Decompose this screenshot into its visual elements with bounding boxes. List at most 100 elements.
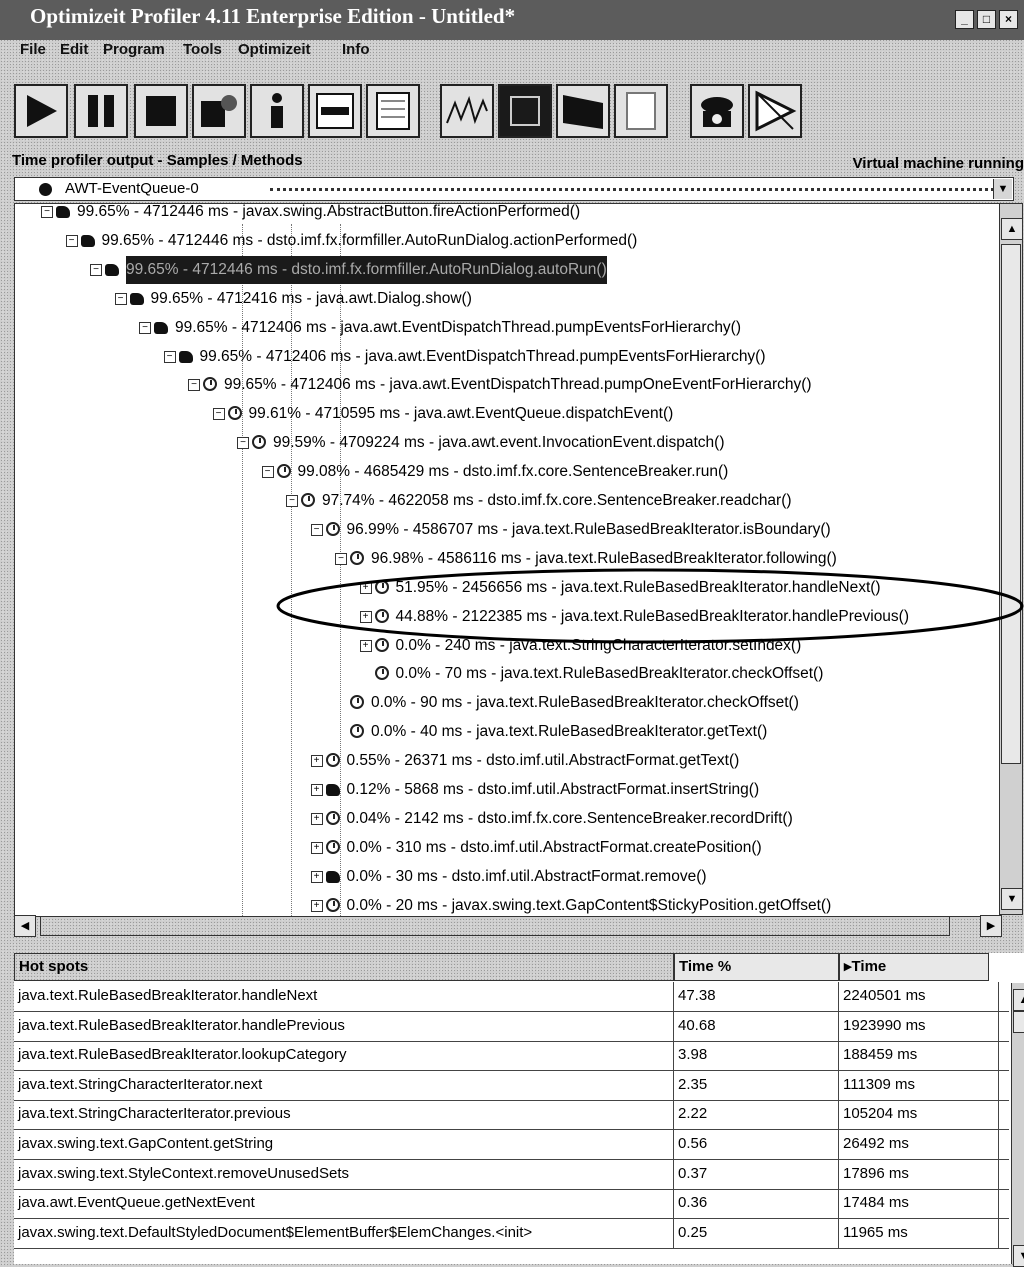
collapse-icon[interactable]: −	[286, 495, 298, 507]
tree-node[interactable]: +0.0% - 310 ms - dsto.imf.util.AbstractF…	[15, 834, 999, 862]
page-icon[interactable]	[614, 84, 668, 138]
table-row[interactable]: javax.swing.text.StyleContext.removeUnus…	[14, 1159, 1009, 1190]
tree-node[interactable]: − 99.59% - 4709224 ms - java.awt.event.In…	[15, 429, 999, 457]
hs-scroll-thumb[interactable]	[1013, 1011, 1024, 1033]
expand-icon[interactable]: +	[310, 870, 323, 883]
heap-icon[interactable]	[308, 84, 362, 138]
stop-icon[interactable]	[134, 84, 188, 138]
tree-node[interactable]: − 99.65% - 4712446 ms - dsto.imf.fx.formf…	[15, 227, 999, 255]
time-header[interactable]: ▸Time	[839, 953, 989, 981]
tree-node[interactable]: − 96.98% - 4586116 ms - java.text.RuleBas…	[15, 545, 999, 573]
tree-node-label: 51.95% - 2456656 ms - java.text.RuleBase…	[395, 578, 881, 596]
expand-icon[interactable]: +	[310, 899, 323, 912]
expand-icon[interactable]: +	[359, 639, 372, 652]
menu-tools[interactable]: Tools	[183, 41, 222, 58]
menu-file[interactable]: File	[20, 41, 46, 58]
maximize-button[interactable]: □	[977, 10, 996, 29]
tree-node[interactable]: 0.0% - 70 ms - java.text.RuleBasedBreakI…	[15, 660, 999, 688]
tree-node[interactable]: +44.88% - 2122385 ms - java.text.RuleBas…	[15, 603, 999, 631]
menu-optimizeit[interactable]: Optimizeit	[238, 41, 311, 58]
monitor-icon[interactable]	[748, 84, 802, 138]
hotspot-time: 1923990 ms	[839, 1011, 999, 1041]
clock-icon	[350, 695, 364, 710]
table-row[interactable]: java.text.RuleBasedBreakIterator.handleN…	[14, 982, 1009, 1012]
expand-icon[interactable]: +	[310, 755, 323, 768]
tree-node[interactable]: 0.0% - 90 ms - java.text.RuleBasedBreakI…	[15, 689, 999, 717]
close-button[interactable]: ×	[999, 10, 1018, 29]
collapse-icon[interactable]: −	[310, 523, 323, 536]
collapse-icon[interactable]: −	[90, 263, 102, 276]
tree-node[interactable]: +0.55% - 26371 ms - dsto.imf.util.Abstra…	[15, 747, 999, 775]
gc-icon[interactable]	[192, 84, 246, 138]
table-row[interactable]: java.text.RuleBasedBreakIterator.handleP…	[14, 1011, 1009, 1042]
threads-icon[interactable]	[556, 84, 610, 138]
hscroll-thumb[interactable]	[40, 916, 950, 936]
cpu-icon[interactable]	[498, 84, 552, 138]
tree-node[interactable]: +0.0% - 240 ms - java.text.StringCharact…	[15, 632, 999, 660]
play-icon[interactable]	[14, 84, 68, 138]
tree-node[interactable]: +0.12% - 5868 ms - dsto.imf.util.Abstrac…	[15, 776, 999, 804]
tree-node[interactable]: − 99.65% - 4712406 ms - java.awt.EventDis…	[15, 343, 999, 371]
collapse-icon[interactable]: −	[261, 466, 274, 479]
expand-icon[interactable]: +	[310, 812, 323, 825]
collapse-icon[interactable]: −	[114, 292, 127, 305]
tree-node[interactable]: +51.95% - 2456656 ms - java.text.RuleBas…	[15, 574, 999, 602]
table-row[interactable]: java.awt.EventQueue.getNextEvent 0.36 1748…	[14, 1189, 1009, 1220]
tree-node[interactable]: +0.0% - 30 ms - dsto.imf.util.AbstractFo…	[15, 863, 999, 891]
scroll-right-icon[interactable]: ▶	[980, 915, 1002, 937]
collapse-icon[interactable]: −	[188, 379, 200, 392]
pause-icon[interactable]	[74, 84, 128, 138]
menu-program[interactable]: Program	[103, 41, 165, 58]
tree-node[interactable]: − 99.65% - 4712446 ms - javax.swing.Abstr…	[15, 204, 999, 226]
scroll-down-icon[interactable]: ▼	[1001, 888, 1023, 910]
collapse-icon[interactable]: −	[335, 552, 347, 565]
tree-node[interactable]: +0.0% - 20 ms - javax.swing.text.GapCont…	[15, 892, 999, 916]
tree-node[interactable]: − 99.61% - 4710595 ms - java.awt.EventQue…	[15, 400, 999, 428]
collapse-icon[interactable]: −	[163, 350, 176, 363]
table-row[interactable]: javax.swing.text.DefaultStyledDocument$E…	[14, 1218, 1009, 1249]
expand-icon[interactable]: +	[310, 784, 323, 796]
expand-icon[interactable]: +	[359, 610, 372, 623]
collapse-icon[interactable]: −	[41, 206, 53, 218]
tree-vertical-scrollbar[interactable]: ▲ ▼	[999, 203, 1023, 915]
thread-selector[interactable]: AWT-EventQueue-0 ▼	[14, 177, 1014, 201]
chevron-down-icon[interactable]: ▼	[993, 179, 1012, 199]
tree-node[interactable]: − 99.65% - 4712406 ms - java.awt.EventDis…	[15, 371, 999, 399]
tree-node[interactable]: +0.04% - 2142 ms - dsto.imf.fx.core.Sent…	[15, 805, 999, 833]
tree-node-label: 99.08% - 4685429 ms - dsto.imf.fx.core.S…	[297, 463, 729, 481]
minimize-button[interactable]: _	[955, 10, 974, 29]
tree-node[interactable]: − 96.99% - 4586707 ms - java.text.RuleBas…	[15, 516, 999, 544]
tree-node[interactable]: − 99.65% - 4712416 ms - java.awt.Dialog.s…	[15, 285, 999, 313]
collapse-icon[interactable]: −	[237, 437, 249, 450]
tree-node[interactable]: − 97.74% - 4622058 ms - dsto.imf.fx.core.…	[15, 487, 999, 515]
table-row[interactable]: javax.swing.text.GapContent.getString 0.5…	[14, 1130, 1009, 1160]
hotspots-scrollbar[interactable]: ▲ ▼	[1011, 983, 1024, 1267]
scroll-left-icon[interactable]: ◀	[14, 915, 36, 937]
table-row[interactable]: java.text.RuleBasedBreakIterator.lookupC…	[14, 1041, 1009, 1072]
phone-icon[interactable]	[690, 84, 744, 138]
scroll-thumb[interactable]	[1001, 244, 1021, 764]
tree-node[interactable]: − 99.08% - 4685429 ms - dsto.imf.fx.core.…	[15, 458, 999, 486]
collapse-icon[interactable]: −	[65, 234, 78, 247]
tree-node[interactable]: − 99.65% - 4712406 ms - java.awt.EventDis…	[15, 314, 999, 342]
table-row[interactable]: java.text.StringCharacterIterator.previo…	[14, 1100, 1009, 1131]
tree-node[interactable]: − 99.65% - 4712446 ms - dsto.imf.fx.formf…	[15, 255, 999, 284]
menu-edit[interactable]: Edit	[60, 41, 88, 58]
hotspots-header[interactable]: Hot spots	[14, 953, 674, 981]
table-row[interactable]: java.text.StringCharacterIterator.next 2.…	[14, 1070, 1009, 1101]
expand-icon[interactable]: +	[359, 581, 372, 594]
menu-info[interactable]: Info	[342, 41, 370, 58]
call-tree[interactable]: − 99.65% - 4712446 ms - javax.swing.Abstr…	[14, 203, 1000, 917]
expand-icon[interactable]: +	[310, 841, 323, 854]
tree-horizontal-scrollbar[interactable]: ◀ ▶	[14, 915, 1004, 937]
tree-node[interactable]: 0.0% - 40 ms - java.text.RuleBasedBreakI…	[15, 718, 999, 746]
collapse-icon[interactable]: −	[139, 321, 151, 334]
document-icon[interactable]	[366, 84, 420, 138]
scroll-up-icon[interactable]: ▲	[1001, 218, 1023, 240]
info-icon[interactable]	[250, 84, 304, 138]
collapse-icon[interactable]: −	[212, 408, 225, 421]
hs-scroll-up-icon[interactable]: ▲	[1013, 989, 1024, 1011]
hotspot-method: java.text.RuleBasedBreakIterator.handleN…	[14, 982, 674, 1011]
time-percent-header[interactable]: Time %	[674, 953, 839, 981]
graph-icon[interactable]	[440, 84, 494, 138]
